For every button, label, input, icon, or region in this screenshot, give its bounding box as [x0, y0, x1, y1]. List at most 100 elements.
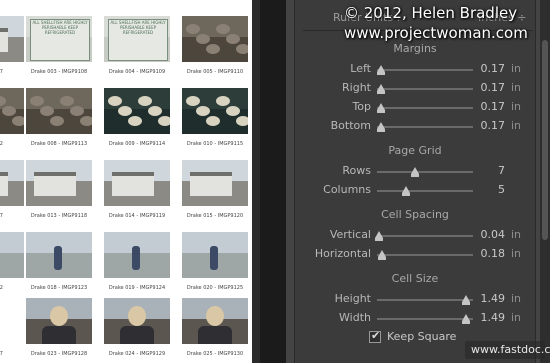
rows-slider-track[interactable] — [377, 171, 473, 173]
left-slider-thumb[interactable] — [377, 65, 385, 72]
copyright-watermark: © 2012, Helen Bradley — [344, 4, 518, 22]
person-figure — [54, 246, 62, 270]
columns-slider-thumb[interactable] — [402, 186, 410, 193]
contact-sheet-thumbnail[interactable]: ALL SHELLFISH ARE HIGHLY PERISHABLE KEEP… — [104, 16, 170, 62]
shell-shape — [186, 96, 200, 106]
left-slider-track[interactable] — [377, 69, 473, 71]
portrait-head — [50, 306, 68, 326]
left-slider-thumb-base[interactable] — [377, 72, 385, 75]
bottom-slider-thumb[interactable] — [377, 122, 385, 129]
vertical-slider-track[interactable] — [377, 235, 473, 237]
horizontal-slider-track[interactable] — [377, 254, 473, 256]
fastdoc-logo-text: www.fastdoc.com — [471, 343, 550, 356]
width-value[interactable]: 1.49 — [467, 311, 506, 324]
contact-sheet-thumbnail[interactable] — [182, 298, 248, 344]
contact-sheet-thumbnail[interactable] — [182, 232, 248, 278]
right-value[interactable]: 0.17 — [467, 81, 506, 94]
right-label: Right — [342, 81, 371, 94]
top-value[interactable]: 0.17 — [467, 100, 506, 113]
contact-sheet-thumbnail[interactable] — [0, 160, 24, 206]
vertical-value[interactable]: 0.04 — [467, 228, 506, 241]
building-shape — [112, 172, 154, 196]
contact-sheet-thumbnail[interactable]: ALL SHELLFISH ARE HIGHLY PERISHABLE KEEP… — [26, 16, 92, 62]
thumbnail-caption: Drake 018 - IMGP9123 — [30, 285, 88, 291]
shell-shape — [50, 116, 64, 126]
shell-shape — [70, 106, 84, 116]
thumbnail-caption: Drake 025 - IMGP9130 — [186, 351, 244, 357]
bottom-value[interactable]: 0.17 — [467, 119, 506, 132]
height-label: Height — [334, 292, 371, 305]
columns-slider-track[interactable] — [377, 190, 473, 192]
contact-sheet-thumbnail[interactable] — [26, 88, 92, 134]
horizontal-slider-thumb-base[interactable] — [378, 257, 386, 260]
vertical-slider-thumb-base[interactable] — [375, 238, 383, 241]
rows-slider-thumb[interactable] — [411, 167, 419, 174]
portrait-body — [198, 326, 232, 344]
top-slider-track[interactable] — [377, 107, 473, 109]
height-value[interactable]: 1.49 — [467, 292, 506, 305]
shell-shape — [186, 24, 200, 34]
horizontal-value[interactable]: 0.18 — [467, 247, 506, 260]
building-shape — [0, 28, 8, 52]
layout-panel-body: Ruler Units : Inches ÷ Margins Left 0.17 in… — [294, 0, 536, 363]
shell-shape — [108, 96, 122, 106]
contact-sheet-thumbnail[interactable] — [182, 88, 248, 134]
width-slider-track[interactable] — [377, 318, 473, 320]
thumbnail-ground — [0, 252, 24, 278]
contact-sheet-thumbnail[interactable] — [0, 298, 24, 344]
rows-value[interactable]: 7 — [467, 164, 505, 177]
panel-scrollbar[interactable] — [540, 0, 550, 363]
columns-slider-thumb-base[interactable] — [402, 193, 410, 196]
shell-shape — [226, 106, 240, 116]
shell-shape — [12, 116, 24, 126]
top-slider-thumb[interactable] — [377, 103, 385, 110]
vertical-unit: in — [511, 228, 522, 241]
top-slider-thumb-base[interactable] — [377, 110, 385, 113]
contact-sheet-thumbnail[interactable] — [104, 160, 170, 206]
vertical-slider-thumb[interactable] — [375, 231, 383, 238]
horizontal-slider-thumb[interactable] — [378, 250, 386, 257]
contact-sheet-thumbnail[interactable] — [182, 16, 248, 62]
contact-sheet-thumbnail[interactable] — [26, 232, 92, 278]
thumbnail-caption: Drake 009 - IMGP9114 — [108, 141, 166, 147]
vertical-label: Vertical — [329, 228, 371, 241]
left-unit: in — [511, 62, 522, 75]
shell-shape — [80, 116, 92, 126]
keep-square-checkbox[interactable]: ✔ — [369, 329, 381, 343]
section-title: Page Grid — [388, 144, 442, 157]
thumbnail-caption: Drake 023 - IMGP9128 — [30, 351, 88, 357]
left-value[interactable]: 0.17 — [467, 62, 506, 75]
bottom-slider-track[interactable] — [377, 126, 473, 128]
contact-sheet-thumbnail[interactable] — [104, 298, 170, 344]
contact-sheet-thumbnail[interactable] — [26, 160, 92, 206]
right-slider-thumb[interactable] — [377, 84, 385, 91]
shell-shape — [158, 116, 170, 126]
width-label: Width — [339, 311, 371, 324]
panel-divider — [260, 0, 286, 363]
contact-sheet-thumbnail[interactable] — [0, 232, 24, 278]
contact-sheet-thumbnail[interactable] — [0, 16, 24, 62]
height-slider-track[interactable] — [377, 299, 473, 301]
contact-sheet-thumbnail[interactable] — [26, 298, 92, 344]
shell-shape — [30, 96, 44, 106]
rows-label: Rows — [342, 164, 371, 177]
contact-sheet-thumbnail[interactable] — [182, 160, 248, 206]
shell-shape — [128, 116, 142, 126]
horizontal-unit: in — [511, 247, 522, 260]
bottom-unit: in — [511, 119, 522, 132]
thumbnail-ground — [0, 318, 24, 344]
layout-panel: Ruler Units : Inches ÷ Margins Left 0.17 in… — [286, 0, 550, 363]
shell-shape — [2, 106, 16, 116]
contact-sheet-thumbnail[interactable] — [0, 88, 24, 134]
scrollbar-thumb[interactable] — [542, 40, 548, 240]
rows-slider-thumb-base[interactable] — [411, 174, 419, 177]
right-slider-thumb-base[interactable] — [377, 91, 385, 94]
bottom-slider-thumb-base[interactable] — [377, 129, 385, 132]
person-figure — [132, 246, 140, 270]
contact-sheet-thumbnail[interactable] — [104, 232, 170, 278]
contact-sheet-thumbnail[interactable] — [104, 88, 170, 134]
right-slider-track[interactable] — [377, 88, 473, 90]
columns-value[interactable]: 5 — [467, 183, 505, 196]
shell-shape — [216, 24, 230, 34]
left-label: Left — [350, 62, 371, 75]
